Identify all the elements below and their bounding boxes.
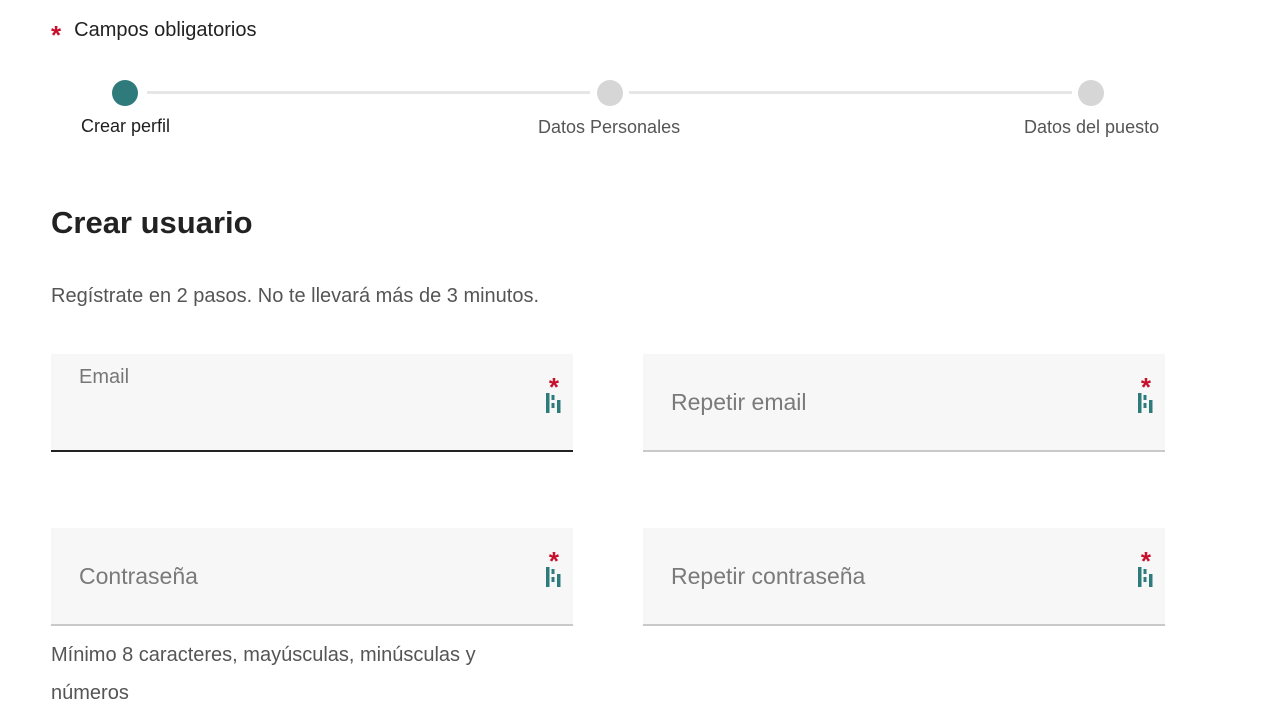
email-field-container: Email * [51,354,573,452]
step-1-indicator [112,80,138,106]
required-asterisk-icon: * [51,20,62,50]
step-2-indicator [597,80,623,106]
field-helper-icon [1138,567,1153,587]
step-3-indicator [1078,80,1104,106]
step-1-label: Crear perfil [81,116,171,136]
stepper-connector [629,91,1072,94]
required-fields-text: Campos obligatorios [74,18,257,41]
field-helper-icon [546,393,561,413]
email-input[interactable] [51,354,573,450]
registration-page: * Campos obligatorios Crear perfil Datos… [0,0,1280,720]
password-field-container: * [51,528,573,626]
repeat-email-input[interactable] [643,354,1165,450]
required-fields-legend: * Campos obligatorios [51,17,257,49]
step-2-label: Datos Personales [538,117,681,137]
step-3-label: Datos del puesto [1024,117,1160,137]
repeat-password-input[interactable] [643,528,1165,624]
progress-stepper: Crear perfil Datos Personales Datos del … [0,79,1280,149]
repeat-email-field-container: * [643,354,1165,452]
password-input[interactable] [51,528,573,624]
repeat-password-field-container: * [643,528,1165,626]
field-helper-icon [546,567,561,587]
password-hint: Mínimo 8 caracteres, mayúsculas, minúscu… [51,644,476,704]
form-subtitle: Regístrate en 2 pasos. No te llevará más… [51,285,540,307]
field-helper-icon [1138,393,1153,413]
form-title: Crear usuario [51,205,253,240]
stepper-connector [147,91,590,94]
